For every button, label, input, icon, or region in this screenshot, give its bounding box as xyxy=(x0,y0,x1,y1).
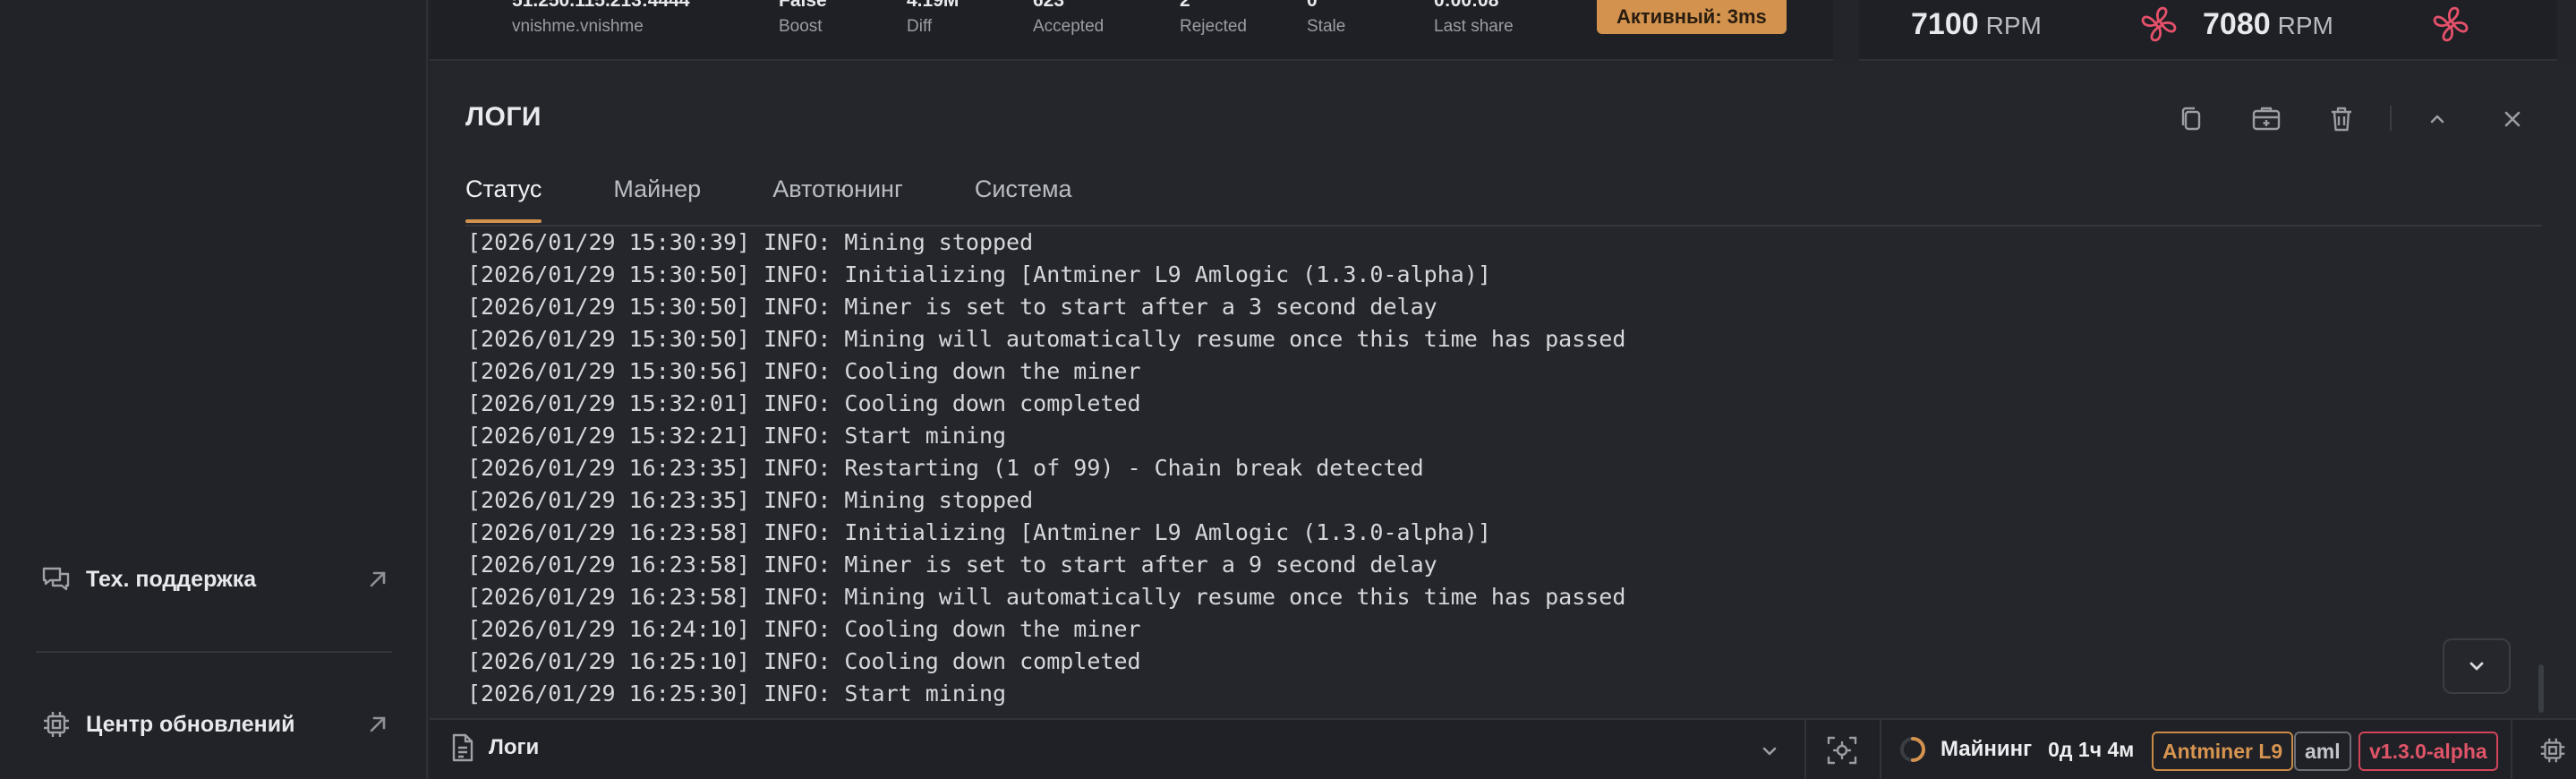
fan-1-speed: 7100 RPM xyxy=(1911,7,2042,42)
log-line: [2026/01/29 16:23:35] INFO: Mining stopp… xyxy=(467,487,1034,513)
copy-logs-button[interactable] xyxy=(2171,98,2212,140)
pool-card: 51.250.115.213:4444 vnishme.vnishme Fals… xyxy=(430,0,1833,61)
boost-value: False xyxy=(779,0,827,11)
external-arrow-icon xyxy=(362,563,394,595)
mining-status: Майнинг 0д 1ч 4м xyxy=(1898,734,2134,765)
stale-label: Stale xyxy=(1307,17,1346,36)
spinner-icon xyxy=(1900,737,1925,762)
toolbar-divider xyxy=(2390,106,2392,131)
diff-value: 4.19M xyxy=(907,0,960,11)
rejected-col: 2 Rejected xyxy=(1180,0,1247,37)
pool-address-col: 51.250.115.213:4444 vnishme.vnishme xyxy=(512,0,690,37)
last-share-label: Last share xyxy=(1434,17,1514,36)
log-scrollbar[interactable] xyxy=(2538,664,2544,713)
status-bar: Логи Майнинг 0д 1ч 4м Antminer L9 aml v1… xyxy=(430,718,2576,779)
document-icon xyxy=(452,733,473,762)
logs-toggle-label: Логи xyxy=(489,735,540,759)
panel-title: ЛОГИ xyxy=(465,102,542,132)
pool-worker: vnishme.vnishme xyxy=(512,17,644,36)
boost-col: False Boost xyxy=(779,0,827,37)
tab-status[interactable]: Статус xyxy=(465,175,542,223)
accepted-value: 623 xyxy=(1033,0,1065,11)
accepted-label: Accepted xyxy=(1033,17,1105,36)
fan-2-unit: RPM xyxy=(2277,12,2333,39)
logs-expand-button[interactable] xyxy=(1754,736,1785,766)
log-line: [2026/01/29 16:23:58] INFO: Mining will … xyxy=(467,584,1626,610)
version-badge: v1.3.0-alpha xyxy=(2358,732,2498,771)
status-divider xyxy=(2511,720,2512,779)
boost-label: Boost xyxy=(779,17,823,36)
stale-value: 0 xyxy=(1307,0,1318,11)
log-line: [2026/01/29 15:32:21] INFO: Start mining xyxy=(467,423,1007,449)
fan-2-value: 7080 xyxy=(2203,7,2271,41)
copy-icon xyxy=(2181,107,2201,131)
clear-logs-button[interactable] xyxy=(2321,98,2362,140)
chat-support-icon xyxy=(36,559,77,600)
sidebar-divider xyxy=(36,651,392,653)
fan-1-value: 7100 xyxy=(1911,7,1979,41)
model-badge: Antminer L9 xyxy=(2152,732,2294,771)
archive-icon xyxy=(2252,107,2281,131)
fan-1-unit: RPM xyxy=(1985,12,2042,39)
log-line: [2026/01/29 16:23:35] INFO: Restarting (… xyxy=(467,455,1424,481)
log-line: [2026/01/29 15:30:50] INFO: Initializing… xyxy=(467,261,1491,287)
stale-col: 0 Stale xyxy=(1307,0,1345,37)
close-icon xyxy=(2504,111,2521,127)
updates-label: Центр обновлений xyxy=(86,711,295,737)
logs-tabs: Статус Майнер Автотюнинг Система xyxy=(465,175,1144,223)
locate-device-button[interactable] xyxy=(1824,732,1860,768)
status-divider xyxy=(1880,720,1881,779)
last-share-col: 0:00:08 Last share xyxy=(1434,0,1514,37)
support-label: Тех. поддержка xyxy=(86,566,257,592)
pool-address: 51.250.115.213:4444 xyxy=(512,0,690,11)
log-output[interactable]: [2026/01/29 15:30:39] INFO: Mining stopp… xyxy=(467,227,2508,710)
sidebar: Тех. поддержка Центр обновлений xyxy=(0,0,428,779)
diff-label: Diff xyxy=(907,17,933,36)
status-divider xyxy=(1804,720,1806,779)
mining-status-label: Майнинг xyxy=(1941,737,2033,761)
logs-toggle[interactable]: Логи xyxy=(449,732,539,763)
rejected-label: Rejected xyxy=(1180,17,1247,36)
close-panel-button[interactable] xyxy=(2492,98,2533,140)
accepted-col: 623 Accepted xyxy=(1033,0,1104,37)
chevron-up-icon xyxy=(2430,115,2444,124)
fan-2-speed: 7080 RPM xyxy=(2203,7,2333,42)
log-line: [2026/01/29 15:32:01] INFO: Cooling down… xyxy=(467,390,1141,416)
support-link[interactable]: Тех. поддержка xyxy=(36,552,394,606)
trash-icon xyxy=(2332,107,2351,132)
external-arrow-icon xyxy=(362,708,394,740)
log-line: [2026/01/29 15:30:50] INFO: Miner is set… xyxy=(467,294,1437,320)
chip-settings-button[interactable] xyxy=(2535,732,2571,768)
chevron-down-icon xyxy=(2469,662,2484,671)
chevron-down-icon xyxy=(1762,747,1777,756)
updates-center-link[interactable]: Центр обновлений xyxy=(36,698,394,751)
chip-icon xyxy=(2540,738,2565,763)
chip-update-icon xyxy=(36,704,77,745)
algo-badge: aml xyxy=(2294,732,2351,771)
log-line: [2026/01/29 15:30:50] INFO: Mining will … xyxy=(467,326,1626,352)
log-line: [2026/01/29 15:30:56] INFO: Cooling down… xyxy=(467,358,1141,384)
fans-card: 7100 RPM 7080 RPM xyxy=(1859,0,2557,61)
diff-col: 4.19M Diff xyxy=(907,0,959,37)
log-line: [2026/01/29 16:25:10] INFO: Cooling down… xyxy=(467,648,1141,674)
fan-icon xyxy=(2141,6,2177,42)
log-line: [2026/01/29 16:23:58] INFO: Initializing… xyxy=(467,519,1491,545)
uptime-value: 0д 1ч 4м xyxy=(2048,737,2135,761)
logs-panel: ЛОГИ Статус Майнер Автотюнинг Система [2… xyxy=(430,63,2576,718)
log-line: [2026/01/29 16:24:10] INFO: Cooling down… xyxy=(467,616,1141,642)
tab-autotuning[interactable]: Автотюнинг xyxy=(772,175,903,223)
fan-icon xyxy=(2433,6,2469,42)
focus-locate-icon xyxy=(1827,736,1857,765)
tab-miner[interactable]: Майнер xyxy=(613,175,701,223)
collapse-panel-button[interactable] xyxy=(2417,98,2458,140)
rejected-value: 2 xyxy=(1180,0,1190,11)
tab-system[interactable]: Система xyxy=(975,175,1072,223)
log-line: [2026/01/29 16:23:58] INFO: Miner is set… xyxy=(467,552,1437,578)
scroll-to-bottom-button[interactable] xyxy=(2443,638,2511,694)
download-logs-button[interactable] xyxy=(2246,98,2287,140)
pool-status-badge: Активный: 3ms xyxy=(1597,0,1787,34)
last-share-value: 0:00:08 xyxy=(1434,0,1499,11)
log-line: [2026/01/29 16:25:30] INFO: Start mining xyxy=(467,681,1007,706)
log-line: [2026/01/29 15:30:39] INFO: Mining stopp… xyxy=(467,229,1034,255)
